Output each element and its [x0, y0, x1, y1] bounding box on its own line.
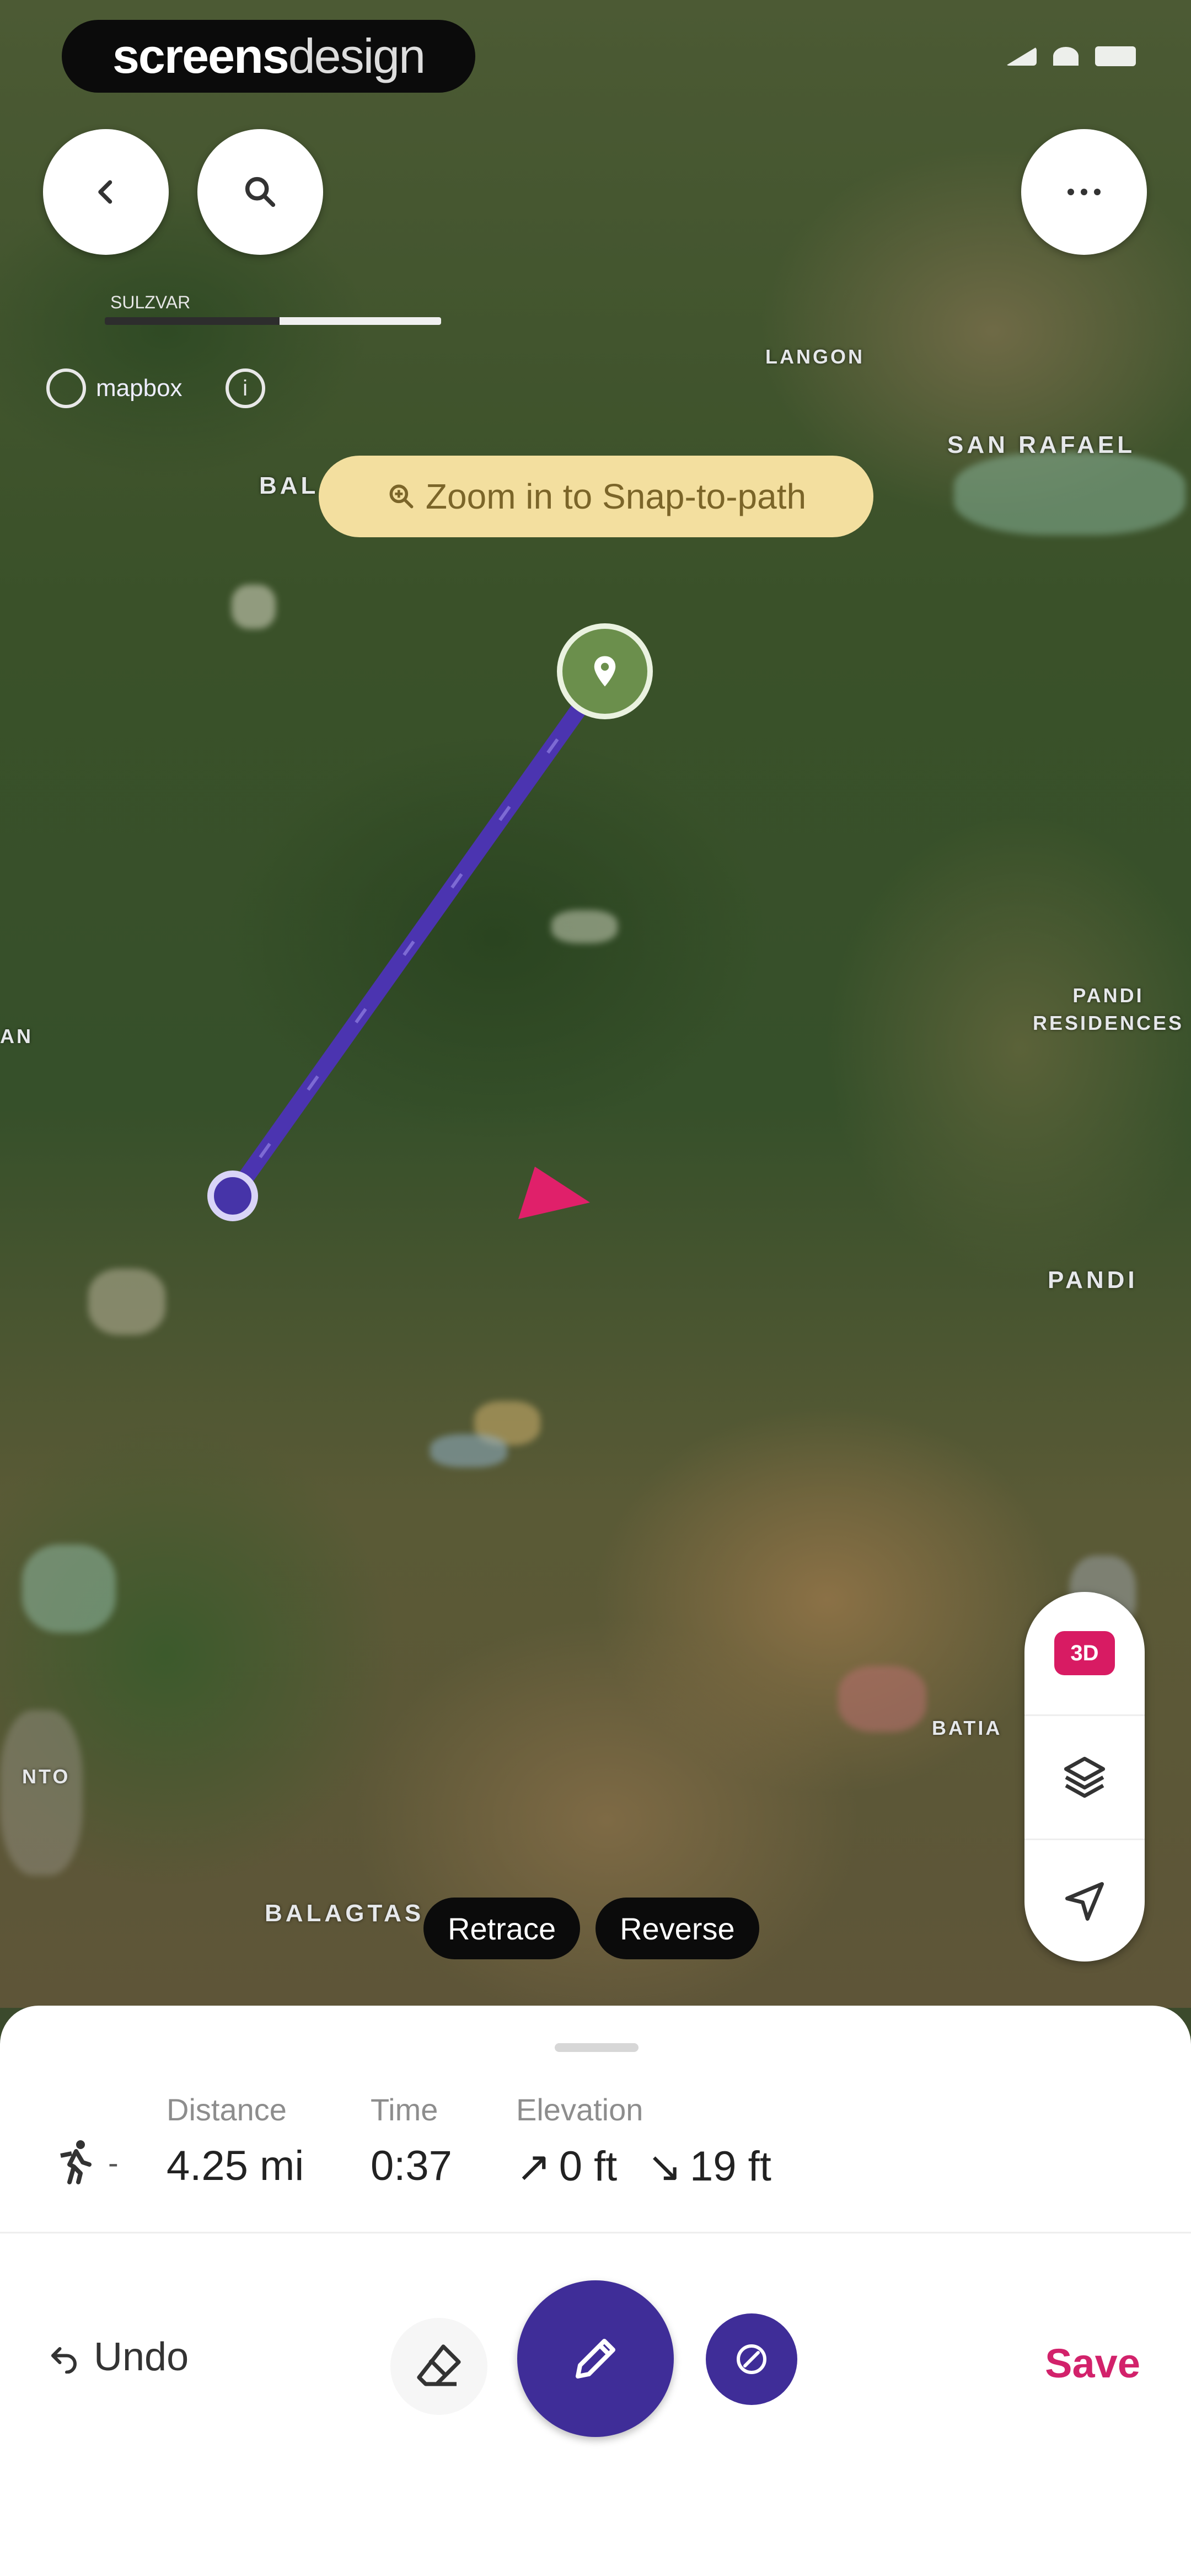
map-label: LANGON [765, 345, 865, 368]
distance-value: 4.25 mi [167, 2142, 304, 2189]
eraser-icon [417, 2344, 461, 2386]
layers-icon [1064, 1756, 1106, 1798]
layers-button[interactable] [1024, 1716, 1145, 1840]
brand-part-2: design [288, 29, 426, 83]
elevation-stat: Elevation ↗ 0 ft ↘ 19 ft [516, 2092, 771, 2191]
time-stat: Time 0:37 [371, 2092, 452, 2190]
location-pin-icon [594, 656, 616, 687]
zoom-tip-banner[interactable]: Zoom in to Snap-to-path [319, 456, 873, 537]
route-bottom-sheet: - Distance 4.25 mi Time 0:37 Elevation ↗… [0, 2006, 1191, 2576]
undo-icon [51, 2347, 77, 2374]
sheet-drag-handle[interactable] [555, 2043, 639, 2052]
scale-bar [105, 317, 441, 325]
map-label: AN [0, 1025, 33, 1047]
navigation-arrow-icon [1065, 1882, 1104, 1921]
status-bar [1006, 46, 1136, 66]
time-value: 0:37 [371, 2142, 452, 2189]
distance-stat: Distance 4.25 mi [167, 2092, 304, 2190]
attribution-text: mapbox [96, 375, 183, 402]
activity-type-selector[interactable]: - [50, 2136, 119, 2189]
battery-icon [1095, 46, 1136, 66]
route-end-marker[interactable] [557, 623, 653, 719]
route-stats: - Distance 4.25 mi Time 0:37 Elevation ↗… [50, 2092, 1141, 2202]
draw-button[interactable] [517, 2280, 674, 2437]
map-label: SAN RAFAEL [947, 431, 1136, 458]
reverse-button[interactable]: Reverse [596, 1898, 759, 1959]
3d-toggle-button[interactable]: 3D [1024, 1592, 1145, 1716]
magic-wand-icon [737, 2344, 766, 2374]
undo-button[interactable]: Undo [47, 2334, 189, 2380]
back-button[interactable] [43, 129, 169, 255]
more-options-button[interactable] [1021, 129, 1147, 255]
brand-watermark: screens design [62, 20, 475, 93]
search-button[interactable] [197, 129, 323, 255]
map-label: BAL [259, 472, 319, 499]
map-scale-bar: SULZVAR [105, 292, 441, 325]
map-attribution: mapbox i [46, 368, 265, 408]
map-label: BALAGTAS [265, 1900, 425, 1927]
locate-button[interactable] [1024, 1840, 1145, 1963]
zoom-tip-text: Zoom in to Snap-to-path [425, 477, 807, 516]
save-button[interactable]: Save [1045, 2340, 1140, 2387]
undo-label: Undo [94, 2335, 189, 2379]
map-controls: 3D [1024, 1592, 1145, 1962]
zoom-in-icon [389, 484, 414, 509]
map-label: PANDI RESIDENCES [1032, 984, 1184, 1034]
time-label: Time [371, 2092, 438, 2127]
brand-part-1: screens [112, 29, 289, 83]
auto-route-button[interactable] [706, 2313, 797, 2405]
more-icon [1067, 189, 1101, 195]
current-location-arrow-icon [518, 1167, 590, 1219]
elevation-label: Elevation [516, 2092, 643, 2127]
route-start-marker[interactable] [207, 1171, 258, 1221]
route-action-pills: Retrace Reverse [423, 1898, 759, 1959]
scale-label: SULZVAR [110, 292, 191, 312]
pencil-icon [576, 2339, 615, 2379]
ascent-value: 0 ft [559, 2143, 618, 2190]
distance-label: Distance [167, 2092, 287, 2127]
descent-icon: ↘ [647, 2144, 682, 2190]
map-label: NTO [22, 1765, 71, 1788]
info-icon[interactable]: i [225, 368, 265, 408]
3d-label: 3D [1054, 1631, 1115, 1675]
retrace-button[interactable]: Retrace [423, 1898, 581, 1959]
wifi-icon [1053, 47, 1079, 66]
elevation-values: ↗ 0 ft ↘ 19 ft [516, 2142, 771, 2191]
hiker-icon [60, 2140, 92, 2184]
map-label: PANDI [1048, 1266, 1138, 1294]
search-icon [245, 177, 276, 207]
eraser-button[interactable] [390, 2318, 487, 2415]
signal-icon [1006, 47, 1037, 66]
activity-suffix: - [108, 2145, 119, 2180]
descent-value: 19 ft [690, 2143, 771, 2190]
sheet-divider [0, 2232, 1191, 2233]
mapbox-logo-icon [46, 368, 86, 408]
ascent-icon: ↗ [516, 2144, 551, 2190]
chevron-left-icon [98, 180, 112, 204]
map-label: BATIA [932, 1717, 1002, 1739]
